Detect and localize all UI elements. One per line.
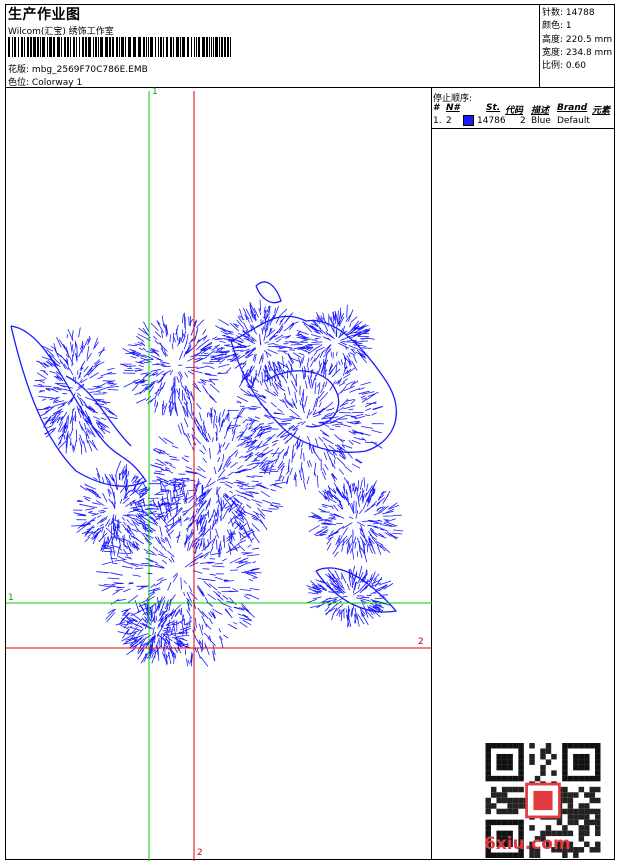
row-brand: Default: [557, 116, 590, 126]
row-needle: 2: [446, 116, 452, 126]
production-sheet: 生产作业图 Wilcom(汇宝) 绣饰工作室 花版: mbg_2569F70C7…: [5, 4, 615, 861]
spec-colors: 颜色: 1: [542, 18, 572, 31]
col-header-needle: N#: [446, 103, 460, 113]
spec-value: 234.8 mm: [565, 48, 613, 58]
spec-label: 比例:: [542, 61, 564, 71]
col-header-code: 代码: [505, 106, 524, 116]
colorway-value: Colorway 1: [31, 78, 83, 88]
spec-height: 高度: 220.5 mm: [542, 32, 612, 45]
spec-value: 14788: [565, 8, 595, 18]
barcode: [8, 37, 231, 57]
spec-label: 颜色:: [542, 21, 564, 31]
row-stitches: 14786: [477, 116, 506, 126]
design-label: 花版:: [8, 65, 30, 75]
green-axis-label-top: 1: [152, 87, 158, 97]
green-axis-label-left: 1: [8, 593, 14, 603]
spec-scale: 比例: 0.60: [542, 58, 586, 71]
red-axis-label-right: 2: [418, 637, 424, 647]
col-header-brand: Brand: [557, 103, 588, 113]
header-divider-vertical: [539, 5, 540, 87]
spec-label: 针数:: [542, 8, 564, 18]
stop-table-divider: [431, 128, 614, 129]
spec-label: 高度:: [542, 35, 564, 45]
design-file: 花版: mbg_2569F70C786E.EMB: [8, 62, 148, 75]
spec-value: 0.60: [565, 61, 586, 71]
thread-color-swatch: [463, 115, 474, 126]
row-description: Blue: [531, 116, 551, 126]
spec-value: 220.5 mm: [565, 35, 613, 45]
spec-label: 宽度:: [542, 48, 564, 58]
watermark-text: 6xiu.com: [484, 834, 571, 854]
colorway-label: 色位:: [8, 78, 30, 88]
row-index: 1.: [433, 116, 442, 126]
red-axis-label-bottom: 2: [197, 848, 203, 858]
col-header-description: 描述: [531, 106, 550, 116]
company-name: Wilcom(汇宝) 绣饰工作室: [8, 27, 114, 37]
embroidery-preview: [6, 91, 432, 861]
col-header-element: 元素: [592, 106, 611, 116]
col-header-stitches: St.: [486, 103, 501, 113]
row-code: 2: [520, 116, 526, 126]
design-value: mbg_2569F70C786E.EMB: [31, 65, 148, 75]
col-header-index: #: [433, 103, 440, 113]
spec-width: 宽度: 234.8 mm: [542, 45, 612, 58]
page-title: 生产作业图: [8, 7, 81, 23]
header-divider-horizontal: [6, 87, 614, 88]
spec-value: 1: [565, 21, 572, 31]
colorway: 色位: Colorway 1: [8, 75, 82, 88]
spec-stitch-count: 针数: 14788: [542, 5, 595, 18]
embroidery-design: [10, 281, 404, 667]
